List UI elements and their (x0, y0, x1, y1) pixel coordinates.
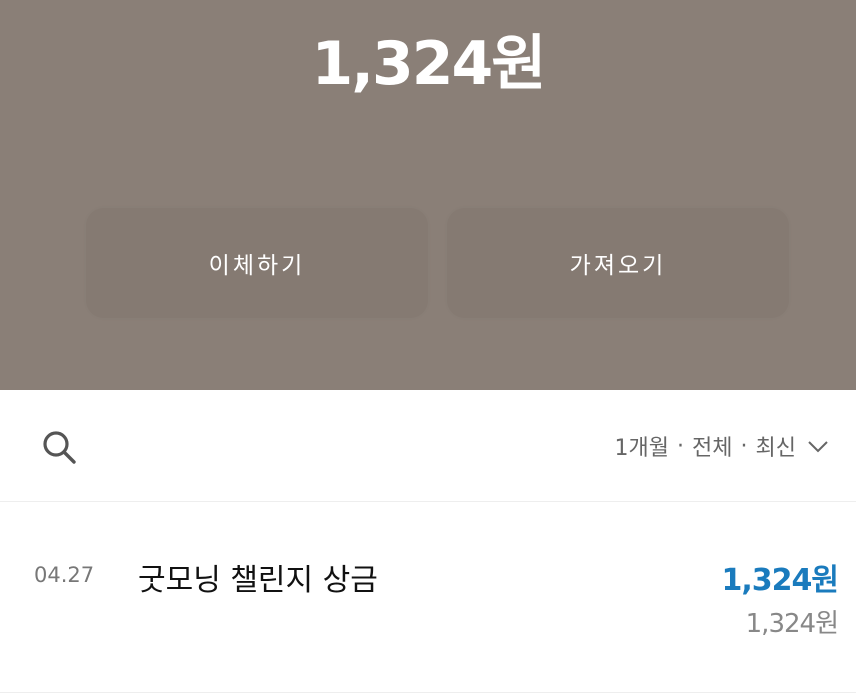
filter-label: 1개월 · 전체 · 최신 (615, 430, 796, 462)
filter-type: 전체 (692, 436, 733, 461)
filter-selector[interactable]: 1개월 · 전체 · 최신 (615, 426, 830, 466)
filter-separator: · (677, 433, 685, 459)
account-header: 1,324원 이체하기 가져오기 (0, 0, 856, 390)
transaction-balance-after: 1,324원 (745, 609, 839, 639)
search-icon (43, 431, 76, 464)
transfer-button[interactable]: 이체하기 (86, 208, 428, 318)
filter-separator: · (740, 433, 748, 459)
transaction-row[interactable]: 04.27 굿모닝 챌린지 상금 1,324원 1,324원 (0, 503, 856, 693)
transaction-date: 04.27 (34, 563, 95, 587)
account-balance: 1,324원 (311, 29, 547, 99)
filter-sort: 최신 (755, 436, 796, 461)
search-button[interactable] (36, 424, 82, 470)
fetch-button[interactable]: 가져오기 (447, 208, 789, 318)
transaction-title: 굿모닝 챌린지 상금 (138, 563, 378, 598)
chevron-down-icon (808, 441, 828, 453)
filter-period: 1개월 (614, 436, 670, 461)
transaction-toolbar: 1개월 · 전체 · 최신 (0, 390, 856, 502)
transaction-amount: 1,324원 (721, 563, 839, 598)
